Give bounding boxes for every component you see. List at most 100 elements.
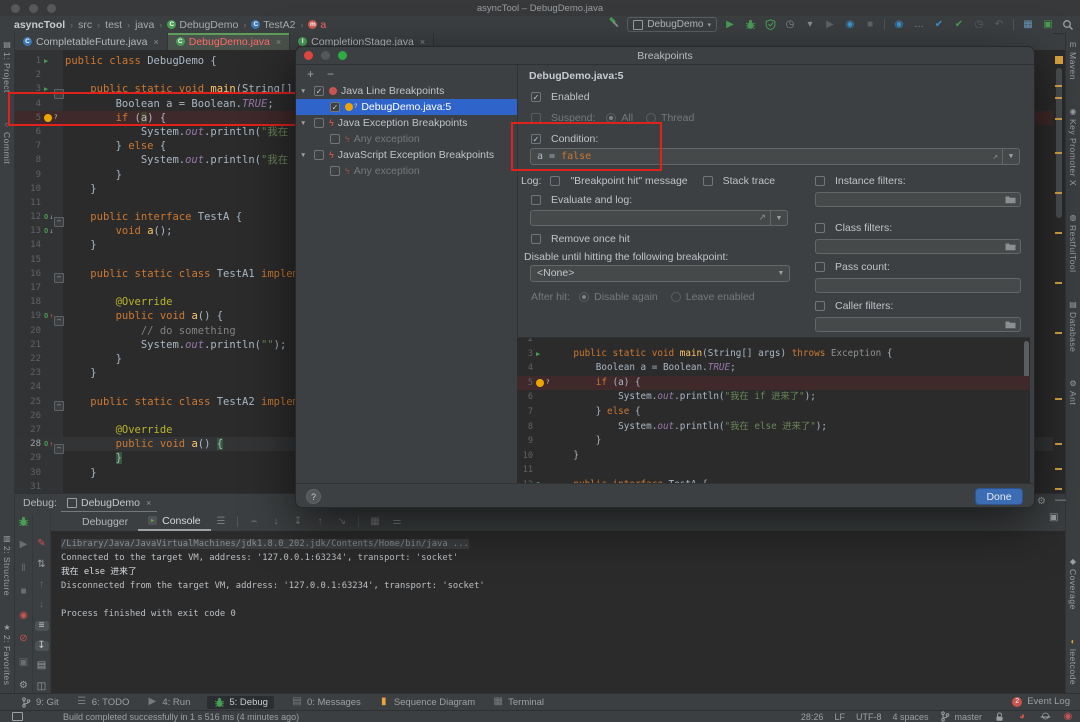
tree-item[interactable]: ϟAny exception (296, 131, 517, 147)
gear-icon[interactable]: ⚙ (1037, 496, 1046, 507)
enabled-checkbox[interactable]: ✓Enabled (531, 91, 590, 103)
run-disabled-button[interactable]: ▶ (824, 20, 836, 30)
after-hit-row[interactable]: After hit: Disable again Leave enabled (531, 291, 755, 303)
soft-wrap-button[interactable]: ≡ (35, 621, 49, 631)
add-breakpoint-button[interactable]: + (307, 67, 314, 81)
remove-once-hit-checkbox[interactable]: Remove once hit (531, 233, 630, 245)
tree-item[interactable]: ▼ϟJavaScript Exception Breakpoints (296, 147, 517, 163)
leave-enabled-radio[interactable] (671, 292, 681, 302)
help-button[interactable]: ? (306, 489, 321, 504)
remove-breakpoint-button[interactable]: − (327, 67, 334, 81)
run-arrow-icon[interactable]: ▶ (44, 82, 48, 96)
sort-threads-button[interactable]: ⇅ (35, 559, 49, 569)
toolwindow-keypromoter[interactable]: ◉Key Promoter X (1068, 108, 1078, 186)
tree-item-checkbox[interactable]: ✓ (330, 102, 340, 112)
breadcrumb-item[interactable]: test (105, 19, 122, 31)
instance-filters-checkbox[interactable]: Instance filters: (815, 175, 906, 187)
run-button[interactable]: ▶ (724, 20, 736, 30)
implemented-marker-icon[interactable]: O (44, 224, 48, 238)
toolwindow-terminal[interactable]: ▦Terminal (492, 697, 544, 708)
gutter-icons[interactable]: O↓ (44, 224, 53, 238)
gutter-icons[interactable]: O↑ (44, 309, 53, 323)
breadcrumb-item[interactable]: java (135, 19, 154, 31)
toolwindow-sequence-diagram[interactable]: ▮Sequence Diagram (378, 697, 475, 708)
close-icon[interactable]: × (276, 37, 281, 47)
layout-settings-icon[interactable]: ☰ (215, 517, 227, 527)
git-branch-indicator[interactable]: master (939, 711, 982, 722)
condition-input[interactable]: a = false ↗ ▼ (530, 148, 1020, 165)
toolwindow-todo[interactable]: ☰6: TODO (76, 697, 130, 708)
tree-item[interactable]: ✓?DebugDemo.java:5 (296, 99, 517, 115)
condition-history-chevron-icon[interactable]: ▼ (1002, 148, 1019, 164)
tab-console[interactable]: ▸Console (138, 512, 211, 531)
gutter-icons[interactable]: O↑ (44, 437, 53, 451)
gutter-icons[interactable]: ? (44, 111, 58, 125)
profiler-button[interactable]: ◷ (784, 20, 796, 30)
close-icon[interactable]: × (420, 37, 425, 47)
tree-item-checkbox[interactable] (314, 150, 324, 160)
debug-console[interactable]: /Library/Java/JavaVirtualMachines/jdk1.8… (51, 531, 1065, 694)
breadcrumb-item[interactable]: asyncTool (14, 19, 65, 31)
toolwindow-database[interactable]: ▤Database (1068, 301, 1078, 352)
profiler-status-icon[interactable]: ◕ (1016, 712, 1028, 722)
stop-button[interactable]: ■ (864, 20, 876, 30)
async-profiler-icon[interactable]: ◉ (893, 20, 905, 30)
search-everywhere-button[interactable] (1062, 19, 1074, 31)
conditional-breakpoint-icon[interactable] (536, 379, 544, 387)
toolwindow-toggle-icon[interactable] (12, 712, 23, 721)
clear-console-button[interactable]: ✎ (35, 539, 49, 549)
scrollbar-thumb[interactable] (1056, 68, 1062, 218)
step-over-icon[interactable]: ⌢ (248, 517, 260, 527)
editor-tab-debugdemo-java[interactable]: CDebugDemo.java× (168, 33, 290, 50)
toolwindow-ant[interactable]: ⚙Ant (1068, 380, 1078, 405)
disable-until-select[interactable]: <None> ▼ (530, 265, 790, 282)
caller-filters-input[interactable] (815, 317, 1021, 332)
class-filters-input[interactable] (815, 239, 1021, 254)
step-out-icon[interactable]: ↑ (314, 517, 326, 527)
dialog-titlebar[interactable]: Breakpoints (296, 47, 1034, 65)
tree-item-checkbox[interactable]: ✓ (314, 86, 324, 96)
evaluate-input[interactable]: ↗ ▼ (530, 210, 788, 226)
tree-item-checkbox[interactable] (314, 118, 324, 128)
hide-panel-icon[interactable]: — (1055, 494, 1066, 506)
stack-trace-checkbox[interactable] (703, 176, 713, 186)
expand-editor-icon[interactable]: ↗ (758, 212, 766, 223)
tab-debugger[interactable]: Debugger (72, 512, 138, 531)
folder-icon[interactable] (1005, 242, 1016, 254)
stop-button[interactable]: ■ (17, 586, 31, 598)
suspend-row[interactable]: Suspend: All Thread (531, 112, 694, 124)
build-hammer-icon[interactable] (608, 17, 620, 29)
tree-expander-icon[interactable]: ▼ (300, 152, 306, 159)
toolwindow-leetcode[interactable]: ◐leetcode (1068, 638, 1078, 685)
coverage-button[interactable] (764, 19, 776, 30)
update-project-button[interactable]: ✔ (933, 20, 945, 30)
editor-scrollbar[interactable] (1053, 50, 1065, 493)
preview-button[interactable]: ▣ (1042, 20, 1054, 30)
instance-filters-input[interactable] (815, 192, 1021, 207)
more-actions-button[interactable]: … (913, 20, 925, 30)
status-item[interactable]: UTF-8 (856, 712, 882, 722)
evaluate-and-log-checkbox[interactable]: Evaluate and log: (531, 194, 632, 206)
incognito-icon[interactable] (1039, 712, 1051, 721)
expand-editor-icon[interactable]: ↗ (993, 150, 998, 165)
scroll-to-end-button[interactable]: ↧ (35, 641, 49, 651)
tree-item[interactable]: ϟAny exception (296, 163, 517, 179)
tree-item[interactable]: ▼ϟJava Exception Breakpoints (296, 115, 517, 131)
attach-debugger-icon[interactable]: ◉ (844, 20, 856, 30)
tree-item-checkbox[interactable] (330, 166, 340, 176)
overriding-marker-icon[interactable]: O (44, 437, 48, 451)
clear-all-button[interactable]: ◫ (35, 682, 49, 692)
next-occurrence-button[interactable]: ↓ (35, 600, 49, 610)
restore-layout-icon[interactable]: ▣ (1049, 512, 1058, 523)
condition-checkbox[interactable]: ✓Condition: (531, 133, 598, 145)
prev-occurrence-button[interactable]: ↑ (35, 580, 49, 590)
force-step-into-icon[interactable]: ↧ (292, 517, 304, 527)
breadcrumb-item[interactable]: ma (308, 19, 326, 31)
class-filters-checkbox[interactable]: Class filters: (815, 222, 892, 234)
run-arrow-icon[interactable]: ▶ (536, 347, 540, 362)
conditional-breakpoint-icon[interactable] (44, 114, 52, 122)
status-item[interactable]: 4 spaces (892, 712, 928, 722)
close-icon[interactable]: × (146, 498, 151, 508)
pause-button[interactable]: ‖ (17, 563, 31, 575)
settings-gear-button[interactable]: ⚙ (17, 680, 31, 692)
